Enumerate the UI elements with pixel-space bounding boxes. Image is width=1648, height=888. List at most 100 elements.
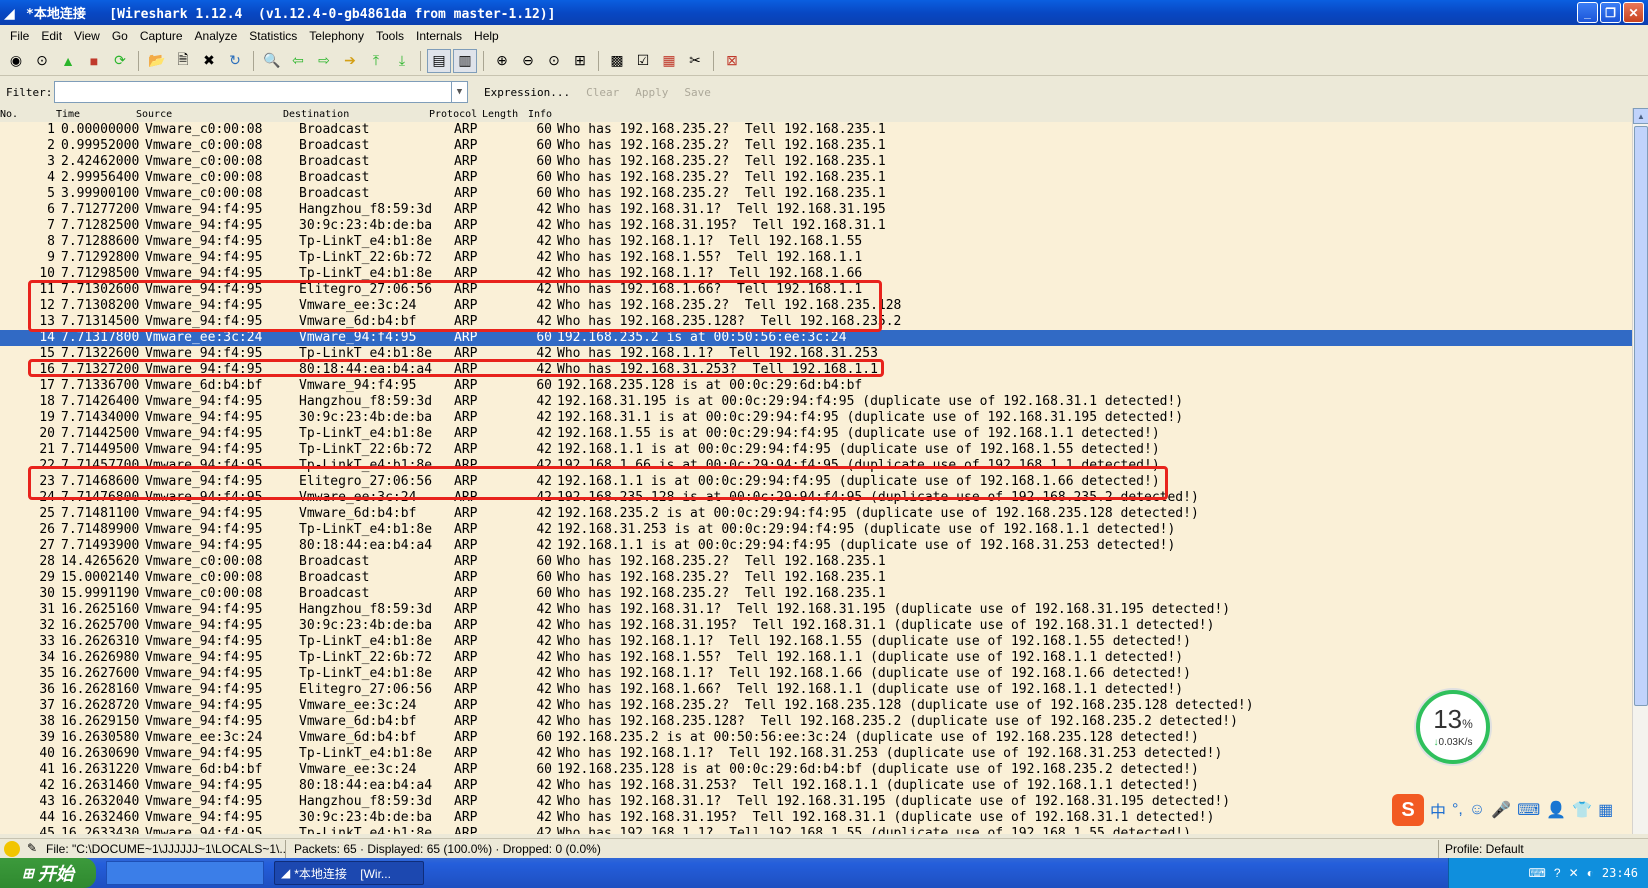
network-speed-widget[interactable]: 13% ↓0.03K/s xyxy=(1416,690,1490,764)
scroll-thumb[interactable] xyxy=(1634,126,1648,706)
packet-row[interactable]: 15 7.71322600 Vmware_94:f4:95 Tp-LinkT_e4:b… xyxy=(0,346,1632,362)
restart-capture-icon[interactable]: ⟳ xyxy=(108,49,132,73)
status-profile[interactable]: Profile: Default xyxy=(1438,839,1524,858)
packet-row[interactable]: 1 0.00000000 Vmware_c0:00:08 Broadcast ARP 60… xyxy=(0,122,1632,138)
sogou-logo-icon[interactable]: S xyxy=(1392,794,1424,826)
packet-row[interactable]: 18 7.71426400 Vmware_94:f4:95 Hangzhou_f8:5… xyxy=(0,394,1632,410)
zoom-out-icon[interactable]: ⊖ xyxy=(516,49,540,73)
user-icon[interactable]: 👤 xyxy=(1546,800,1566,820)
stop-capture-icon[interactable]: ■ xyxy=(82,49,106,73)
restore-button[interactable]: ❐ xyxy=(1600,2,1621,23)
voice-icon[interactable]: 🎤 xyxy=(1491,800,1511,820)
goto-icon[interactable]: ➔ xyxy=(338,49,362,73)
packet-list[interactable]: No. Time Source Destination Protocol Length In… xyxy=(0,108,1648,834)
packet-row[interactable]: 9 7.71292800 Vmware_94:f4:95 Tp-LinkT_22:6b… xyxy=(0,250,1632,266)
packet-row[interactable]: 19 7.71434000 Vmware_94:f4:95 30:9c:23:4b:d… xyxy=(0,410,1632,426)
packet-row[interactable]: 6 7.71277200 Vmware_94:f4:95 Hangzhou_f8:59… xyxy=(0,202,1632,218)
menu-telephony[interactable]: Telephony xyxy=(303,29,370,43)
zoom-in-icon[interactable]: ⊕ xyxy=(490,49,514,73)
packet-row[interactable]: 39 16.2630580 Vmware_ee:3c:24 Vmware_6d:b4:… xyxy=(0,730,1632,746)
help-icon[interactable]: ? xyxy=(1554,866,1561,880)
filter-input[interactable] xyxy=(54,81,452,103)
volume-icon[interactable]: ✕ xyxy=(1569,866,1579,880)
last-packet-icon[interactable]: ⤓ xyxy=(390,49,414,73)
forward-icon[interactable]: ⇨ xyxy=(312,49,336,73)
packet-row[interactable]: 29 15.0002140 Vmware_c0:00:08 Broadcast ARP 6… xyxy=(0,570,1632,586)
interfaces-icon[interactable]: ◉ xyxy=(4,49,28,73)
packet-row[interactable]: 34 16.2626980 Vmware_94:f4:95 Tp-LinkT_22:6… xyxy=(0,650,1632,666)
packet-row[interactable]: 30 15.9991190 Vmware_c0:00:08 Broadcast ARP 6… xyxy=(0,586,1632,602)
packet-row[interactable]: 26 7.71489900 Vmware_94:f4:95 Tp-LinkT_e4:b… xyxy=(0,522,1632,538)
packet-row[interactable]: 27 7.71493900 Vmware_94:f4:95 80:18:44:ea:b… xyxy=(0,538,1632,554)
menu-edit[interactable]: Edit xyxy=(35,29,68,43)
packet-row[interactable]: 32 16.2625700 Vmware_94:f4:95 30:9c:23:4b:d… xyxy=(0,618,1632,634)
open-icon[interactable]: 📂 xyxy=(145,49,169,73)
vertical-scrollbar[interactable]: ▲ xyxy=(1632,108,1648,834)
column-header-destination[interactable]: Destination xyxy=(283,109,349,120)
close-file-icon[interactable]: ✖ xyxy=(197,49,221,73)
packet-row[interactable]: 3 2.42462000 Vmware_c0:00:08 Broadcast ARP 60… xyxy=(0,154,1632,170)
packet-row[interactable]: 14 7.71317800 Vmware_ee:3c:24 Vmware_94:f4:… xyxy=(0,330,1632,346)
packet-row[interactable]: 10 7.71298500 Vmware_94:f4:95 Tp-LinkT_e4:b… xyxy=(0,266,1632,282)
menu-tools[interactable]: Tools xyxy=(370,29,410,43)
title-bar[interactable]: ◢ *本地连接 [Wireshark 1.12.4 (v1.12.4-0-gb4… xyxy=(0,0,1648,25)
expression-button[interactable]: Expression... xyxy=(484,86,570,99)
chinese-mode-icon[interactable]: 中 xyxy=(1430,798,1446,822)
reload-icon[interactable]: ↻ xyxy=(223,49,247,73)
menu-internals[interactable]: Internals xyxy=(410,29,468,43)
packet-row[interactable]: 42 16.2631460 Vmware_94:f4:95 80:18:44:ea:b… xyxy=(0,778,1632,794)
options-icon[interactable]: ⊙ xyxy=(30,49,54,73)
emoji-icon[interactable]: ☺ xyxy=(1469,801,1485,819)
apply-button[interactable]: Apply xyxy=(635,86,668,99)
minimize-button[interactable]: _ xyxy=(1577,2,1598,23)
first-packet-icon[interactable]: ⤒ xyxy=(364,49,388,73)
network-icon[interactable]: ◐ xyxy=(1587,866,1594,880)
packet-row[interactable]: 40 16.2630690 Vmware_94:f4:95 Tp-LinkT_e4:b… xyxy=(0,746,1632,762)
menu-capture[interactable]: Capture xyxy=(134,29,189,43)
packet-row[interactable]: 37 16.2628720 Vmware_94:f4:95 Vmware_ee:3c:… xyxy=(0,698,1632,714)
start-button[interactable]: ⊞ 开始 xyxy=(0,858,96,888)
capture-comment-icon[interactable]: ✎ xyxy=(24,841,40,857)
colorize-icon[interactable]: ▤ xyxy=(427,48,451,73)
find-icon[interactable]: 🔍 xyxy=(260,49,284,73)
filter-dropdown-button[interactable]: ▼ xyxy=(452,81,468,103)
packet-row[interactable]: 23 7.71468600 Vmware_94:f4:95 Elitegro_27:0… xyxy=(0,474,1632,490)
column-header-source[interactable]: Source xyxy=(136,109,172,120)
coloring-rules-icon[interactable]: ▦ xyxy=(657,49,681,73)
save-filter-button[interactable]: Save xyxy=(684,86,711,99)
packet-row[interactable]: 8 7.71288600 Vmware_94:f4:95 Tp-LinkT_e4:b1… xyxy=(0,234,1632,250)
packet-row[interactable]: 41 16.2631220 Vmware_6d:b4:bf Vmware_ee:3c:… xyxy=(0,762,1632,778)
preferences-icon[interactable]: ✂ xyxy=(683,49,707,73)
packet-row[interactable]: 31 16.2625160 Vmware_94:f4:95 Hangzhou_f8:5… xyxy=(0,602,1632,618)
packet-row[interactable]: 11 7.71302600 Vmware_94:f4:95 Elitegro_27:0… xyxy=(0,282,1632,298)
packet-row[interactable]: 28 14.4265620 Vmware_c0:00:08 Broadcast ARP 6… xyxy=(0,554,1632,570)
quick-launch[interactable] xyxy=(106,861,264,885)
back-icon[interactable]: ⇦ xyxy=(286,49,310,73)
packet-row[interactable]: 16 7.71327200 Vmware_94:f4:95 80:18:44:ea:b… xyxy=(0,362,1632,378)
menu-view[interactable]: View xyxy=(68,29,106,43)
autoscroll-icon[interactable]: ▥ xyxy=(453,48,477,73)
packet-row[interactable]: 21 7.71449500 Vmware_94:f4:95 Tp-LinkT_22:6… xyxy=(0,442,1632,458)
column-header-info[interactable]: Info xyxy=(528,109,552,120)
packet-row[interactable]: 25 7.71481100 Vmware_94:f4:95 Vmware_6d:b4:… xyxy=(0,506,1632,522)
packet-row[interactable]: 20 7.71442500 Vmware_94:f4:95 Tp-LinkT_e4:b… xyxy=(0,426,1632,442)
column-header-time[interactable]: Time xyxy=(56,109,80,120)
packet-row[interactable]: 7 7.71282500 Vmware_94:f4:95 30:9c:23:4b:de… xyxy=(0,218,1632,234)
menu-file[interactable]: File xyxy=(4,29,35,43)
capture-filters-icon[interactable]: ▩ xyxy=(605,49,629,73)
zoom-normal-icon[interactable]: ⊙ xyxy=(542,49,566,73)
packet-row[interactable]: 12 7.71308200 Vmware_94:f4:95 Vmware_ee:3c:… xyxy=(0,298,1632,314)
keyboard-icon[interactable]: ⌨ xyxy=(1529,866,1546,880)
packet-row[interactable]: 33 16.2626310 Vmware_94:f4:95 Tp-LinkT_e4:b… xyxy=(0,634,1632,650)
packet-row[interactable]: 36 16.2628160 Vmware_94:f4:95 Elitegro_27:0… xyxy=(0,682,1632,698)
help-icon[interactable]: ⊠ xyxy=(720,49,744,73)
packet-row[interactable]: 17 7.71336700 Vmware_6d:b4:bf Vmware_94:f4:… xyxy=(0,378,1632,394)
packet-row[interactable]: 5 3.99900100 Vmware_c0:00:08 Broadcast ARP 60… xyxy=(0,186,1632,202)
menu-analyze[interactable]: Analyze xyxy=(189,29,244,43)
taskbar-wireshark[interactable]: ◢ *本地连接 [Wir... xyxy=(274,861,424,885)
packet-row[interactable]: 13 7.71314500 Vmware_94:f4:95 Vmware_6d:b4:… xyxy=(0,314,1632,330)
keyboard-icon[interactable]: ⌨ xyxy=(1517,800,1540,820)
menu-statistics[interactable]: Statistics xyxy=(243,29,303,43)
save-icon[interactable]: 🗎 xyxy=(171,49,195,73)
packet-row[interactable]: 22 7.71457700 Vmware_94:f4:95 Tp-LinkT_e4:b… xyxy=(0,458,1632,474)
